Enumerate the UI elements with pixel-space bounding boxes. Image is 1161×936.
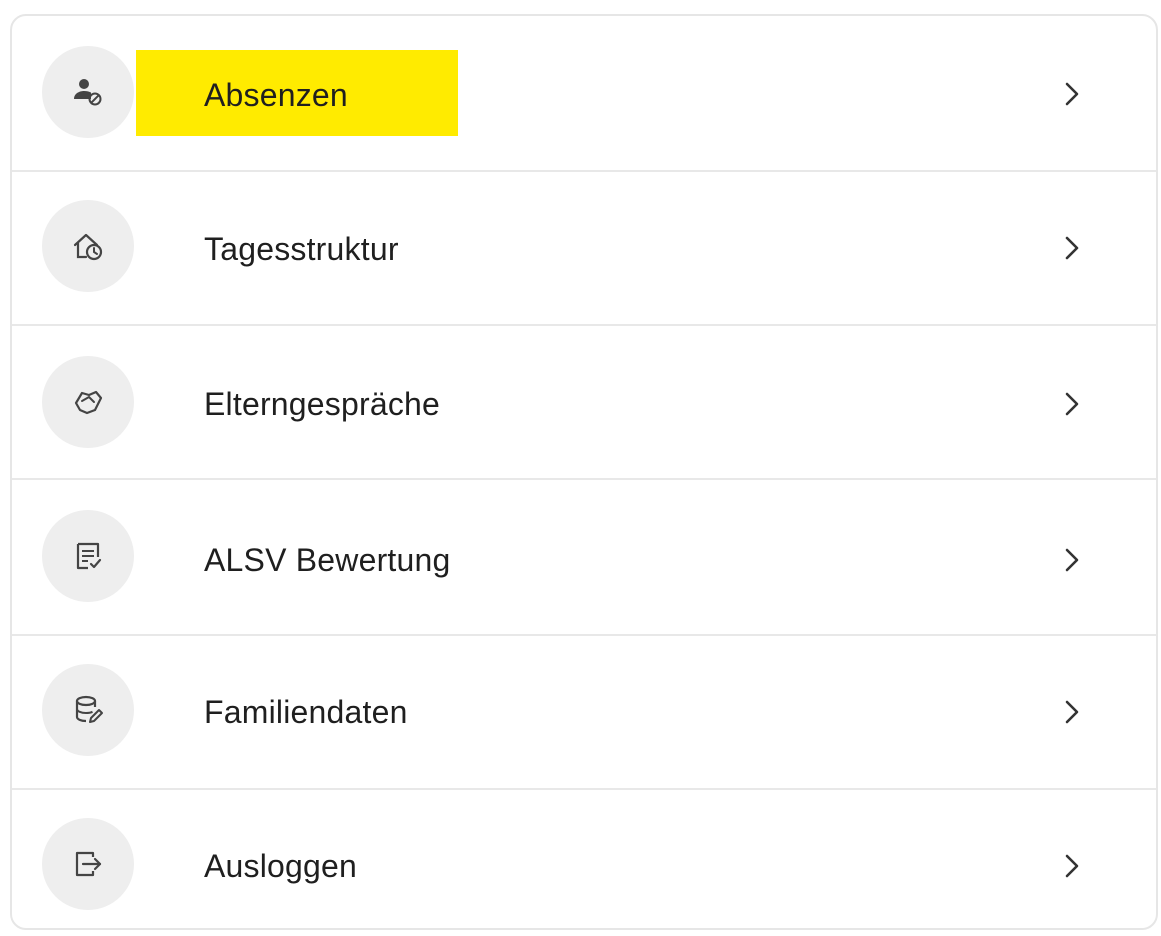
chevron-right-icon	[1062, 80, 1084, 108]
chevron-right-icon	[1062, 546, 1084, 574]
menu-item-label: Elterngespräche	[204, 386, 441, 422]
menu-item-elterngespraeche[interactable]: Elterngespräche	[12, 326, 1156, 480]
menu-item-label: ALSV Bewertung	[204, 542, 451, 578]
menu-item-label: Absenzen	[204, 77, 348, 113]
chevron-right-icon	[1062, 852, 1084, 880]
chevron-right-icon	[1062, 698, 1084, 726]
handshake-icon	[42, 356, 134, 448]
checklist-icon	[42, 510, 134, 602]
menu-item-absenzen[interactable]: Absenzen	[12, 16, 1156, 172]
menu-card: Absenzen Tagesstruktur Elterngespräche A…	[10, 14, 1158, 930]
menu-item-label: Familiendaten	[204, 694, 408, 730]
chevron-right-icon	[1062, 234, 1084, 262]
home-clock-icon	[42, 200, 134, 292]
menu-item-ausloggen[interactable]: Ausloggen	[12, 790, 1156, 928]
menu-item-familiendaten[interactable]: Familiendaten	[12, 636, 1156, 790]
chevron-right-icon	[1062, 390, 1084, 418]
menu-item-label: Tagesstruktur	[204, 231, 399, 267]
menu-item-tagesstruktur[interactable]: Tagesstruktur	[12, 172, 1156, 326]
menu-item-label: Ausloggen	[204, 848, 358, 884]
menu-item-alsv-bewertung[interactable]: ALSV Bewertung	[12, 480, 1156, 636]
logout-icon	[42, 818, 134, 910]
database-edit-icon	[42, 664, 134, 756]
user-absent-icon	[42, 46, 134, 138]
